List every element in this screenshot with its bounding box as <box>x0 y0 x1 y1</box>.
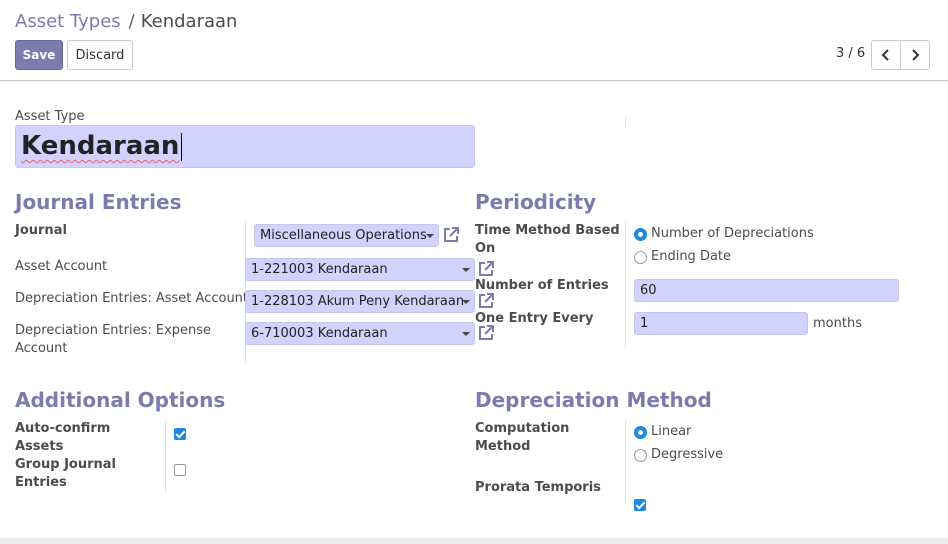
group-entries-label-line1: Group Journal <box>15 457 117 472</box>
breadcrumb-current: Kendaraan <box>140 11 238 32</box>
radio-label: Ending Date <box>651 249 732 264</box>
chevron-right-icon <box>912 49 920 61</box>
computation-method-label-line2: Method <box>475 439 531 454</box>
time-method-label-line2: On <box>475 241 496 256</box>
journal-label: Journal <box>15 223 67 238</box>
radio-degressive[interactable]: Degressive <box>634 446 723 464</box>
divider <box>625 420 626 502</box>
pager-next-button[interactable] <box>900 40 930 70</box>
discard-button[interactable]: Discard <box>67 40 133 70</box>
chevron-down-icon <box>462 268 470 272</box>
group-entries-label-line2: Entries <box>15 475 67 490</box>
radio-label: Number of Depreciations <box>651 226 814 241</box>
dep-asset-account-label: Depreciation Entries: Asset Account <box>15 291 249 306</box>
radio-label: Degressive <box>651 447 724 462</box>
depreciation-method-title: Depreciation Method <box>475 388 712 412</box>
radio-label: Linear <box>651 424 692 439</box>
dep-expense-account-select[interactable]: 6-710003 Kendaraan <box>245 322 475 345</box>
radio-unselected-icon[interactable] <box>634 448 647 462</box>
prorata-temporis-label: Prorata Temporis <box>475 480 601 495</box>
number-of-entries-input[interactable]: 60 <box>634 279 899 302</box>
chevron-down-icon <box>462 300 470 304</box>
radio-linear[interactable]: Linear <box>634 423 691 441</box>
save-button[interactable]: Save <box>15 40 63 70</box>
divider <box>625 222 626 347</box>
breadcrumb-separator: / <box>128 11 135 32</box>
dep-asset-account-select-value: 1-228103 Akum Peny Kendaraan <box>251 294 465 309</box>
journal-select[interactable]: Miscellaneous Operations <box>254 224 439 247</box>
radio-unselected-icon[interactable] <box>634 250 647 264</box>
divider <box>625 116 626 126</box>
computation-method-label-line1: Computation <box>475 421 570 436</box>
asset-type-label: Asset Type <box>15 109 85 124</box>
auto-confirm-label-line1: Auto-confirm <box>15 421 111 436</box>
group-entries-checkbox[interactable] <box>174 464 186 476</box>
radio-number-of-depreciations[interactable]: Number of Depreciations <box>634 225 814 243</box>
journal-entries-title: Journal Entries <box>15 190 182 214</box>
divider <box>165 420 166 492</box>
dep-expense-account-label-line1: Depreciation Entries: Expense <box>15 323 212 338</box>
pager-previous-button[interactable] <box>871 40 901 70</box>
asset-account-label: Asset Account <box>15 259 108 274</box>
pager-value[interactable]: 3 / 6 <box>836 46 865 61</box>
asset-type-name-text: Kendaraan <box>21 131 180 161</box>
control-panel: Asset Types / Kendaraan Save Discard 3 / 6 <box>0 0 948 81</box>
number-of-entries-label: Number of Entries <box>475 278 609 293</box>
auto-confirm-label-line2: Assets <box>15 439 64 454</box>
breadcrumb-parent-link[interactable]: Asset Types <box>15 11 121 32</box>
journal-select-value: Miscellaneous Operations <box>260 228 427 243</box>
chevron-down-icon <box>426 234 434 238</box>
auto-confirm-checkbox[interactable] <box>174 428 186 440</box>
external-link-icon[interactable] <box>477 260 495 278</box>
dep-asset-account-select[interactable]: 1-228103 Akum Peny Kendaraan <box>245 290 475 313</box>
radio-selected-icon[interactable] <box>634 425 647 439</box>
asset-account-select-value: 1-221003 Kendaraan <box>251 262 388 277</box>
periodicity-title: Periodicity <box>475 190 597 214</box>
dep-expense-account-label-line2: Account <box>15 341 68 356</box>
asset-account-select[interactable]: 1-221003 Kendaraan <box>245 258 475 281</box>
chevron-down-icon <box>462 332 470 336</box>
external-link-icon[interactable] <box>477 292 495 310</box>
prorata-temporis-checkbox[interactable] <box>634 499 646 511</box>
radio-selected-icon[interactable] <box>634 227 647 241</box>
one-entry-every-input[interactable]: 1 <box>634 312 808 335</box>
bottom-strip <box>0 538 948 544</box>
text-cursor <box>181 132 183 161</box>
months-unit: months <box>813 316 862 331</box>
chevron-left-icon <box>881 49 889 61</box>
radio-ending-date[interactable]: Ending Date <box>634 248 731 266</box>
dep-expense-account-select-value: 6-710003 Kendaraan <box>251 326 388 341</box>
breadcrumb: Asset Types / Kendaraan <box>15 11 237 32</box>
external-link-icon[interactable] <box>442 226 460 244</box>
additional-options-title: Additional Options <box>15 388 226 412</box>
time-method-label-line1: Time Method Based <box>475 223 620 238</box>
asset-type-name-input[interactable]: Kendaraan <box>15 125 475 168</box>
external-link-icon[interactable] <box>477 324 495 342</box>
